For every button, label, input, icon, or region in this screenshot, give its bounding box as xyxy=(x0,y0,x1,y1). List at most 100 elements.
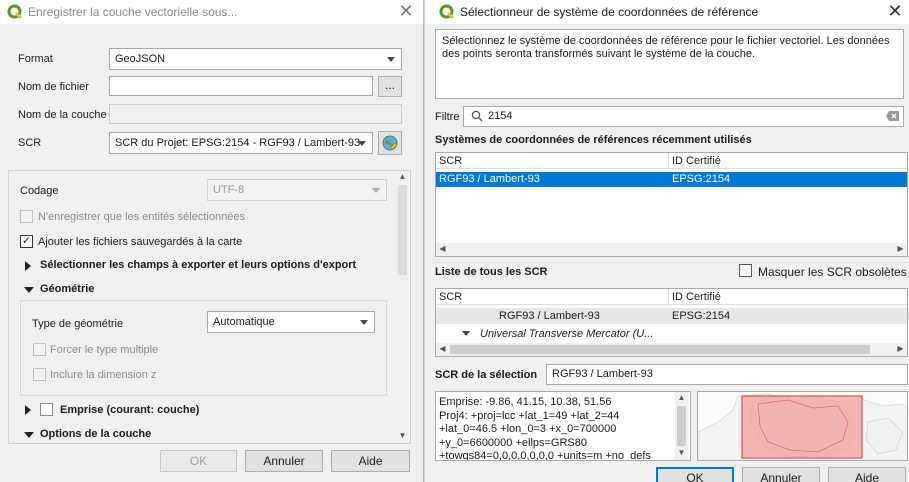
crs-selector-dialog: Sélectionneur de système de coordonnées … xyxy=(424,0,909,482)
column-header-scr[interactable]: SCR xyxy=(439,155,462,167)
close-icon[interactable]: ✕ xyxy=(396,2,416,22)
details-line: Proj4: +proj=lcc +lat_1=49 +lat_2=44 xyxy=(439,409,620,422)
crs-value: SCR du Projet: EPSG:2154 - RGF93 / Lambe… xyxy=(115,137,361,149)
table-header: SCR ID Certifié xyxy=(436,153,907,169)
add-to-map-label: Ajouter les fichiers sauvegardés à la ca… xyxy=(38,236,243,248)
force-multi-checkbox[interactable] xyxy=(33,343,46,356)
scrollbar-vertical[interactable]: ▲ ▼ xyxy=(675,392,688,460)
splitter[interactable] xyxy=(435,262,908,263)
scroll-left-icon[interactable]: ◀ xyxy=(436,243,449,256)
extent-header[interactable]: Emprise (courant: couche) xyxy=(60,404,199,416)
help-button[interactable]: Aide xyxy=(331,450,410,472)
scroll-thumb[interactable] xyxy=(450,345,870,354)
scroll-right-icon[interactable]: ▶ xyxy=(894,243,907,256)
ok-button[interactable]: OK xyxy=(160,450,237,472)
details-line: Emprise: -9.86, 41.15, 10.38, 51.56 xyxy=(439,396,612,408)
close-icon[interactable]: ✕ xyxy=(885,2,905,22)
format-label: Format xyxy=(18,53,53,65)
details-line: +lat_0=46.5 +lon_0=3 +x_0=700000 xyxy=(439,423,617,435)
filename-label: Nom de fichier xyxy=(18,81,89,93)
hide-obsolete-label: Masquer les SCR obsolètes xyxy=(758,265,907,279)
recent-crs-table: SCR ID Certifié RGF93 / Lambert-93 EPSG:… xyxy=(435,152,908,257)
crs-label: SCR xyxy=(18,137,42,149)
table-row[interactable]: RGF93 / Lambert-93 EPSG:2154 xyxy=(436,172,907,187)
layer-options-header[interactable]: Options de la couche xyxy=(40,428,151,440)
table-row[interactable]: RGF93 / Lambert-93 EPSG:2154 xyxy=(436,308,907,324)
crs-details: Emprise: -9.86, 41.15, 10.38, 51.56 Proj… xyxy=(435,391,691,461)
expand-arrow-icon[interactable] xyxy=(25,261,31,271)
selection-label: SCR de la sélection xyxy=(435,369,538,381)
only-selected-label: N'enregistrer que les entités sélectionn… xyxy=(38,211,245,223)
format-select[interactable]: GeoJSON xyxy=(109,48,402,70)
column-header-id[interactable]: ID Certifié xyxy=(672,291,721,303)
title-bar: Sélectionneur de système de coordonnées … xyxy=(425,0,909,24)
filter-value: 2154 xyxy=(488,110,513,122)
chevron-down-icon xyxy=(372,188,380,193)
column-header-id[interactable]: ID Certifié xyxy=(672,155,721,167)
extent-rectangle xyxy=(741,395,863,459)
row-scr: Universal Transverse Mercator (U... xyxy=(480,328,654,340)
scroll-down-icon[interactable]: ▼ xyxy=(675,447,688,460)
scrollbar-horizontal[interactable]: ◀ ▶ xyxy=(436,243,907,256)
geometry-type-value: Automatique xyxy=(213,316,275,328)
geometry-header[interactable]: Géométrie xyxy=(40,283,94,295)
scroll-right-icon[interactable]: ▶ xyxy=(894,343,907,356)
scrollbar-vertical[interactable]: ▲ ▼ xyxy=(396,171,409,443)
ok-button[interactable]: OK xyxy=(656,467,734,482)
scroll-down-icon[interactable]: ▼ xyxy=(396,430,409,443)
chevron-down-icon xyxy=(360,320,368,325)
map-graphic xyxy=(698,392,907,460)
qgis-logo-icon xyxy=(439,4,455,20)
filter-input[interactable]: 2154 xyxy=(463,106,904,127)
extent-checkbox[interactable] xyxy=(40,403,53,416)
chevron-down-icon xyxy=(387,57,395,62)
expand-arrow-icon[interactable] xyxy=(25,405,31,415)
recent-crs-title: Systèmes de coordonnées de références ré… xyxy=(435,134,752,146)
column-header-scr[interactable]: SCR xyxy=(439,291,462,303)
force-multi-label: Forcer le type multiple xyxy=(50,344,159,356)
dialog-title: Enregistrer la couche vectorielle sous..… xyxy=(28,5,238,19)
scroll-left-icon[interactable]: ◀ xyxy=(436,343,449,356)
layer-name-label: Nom de la couche xyxy=(18,109,107,121)
collapse-arrow-icon[interactable] xyxy=(24,287,34,293)
row-scr: RGF93 / Lambert-93 xyxy=(439,173,540,185)
dialog-title: Sélectionneur de système de coordonnées … xyxy=(460,5,759,19)
description-text: Sélectionnez le système de coordonnées d… xyxy=(442,35,890,60)
details-line: +towgs84=0,0,0,0,0,0,0 +units=m +no_defs xyxy=(439,450,651,461)
row-id: EPSG:2154 xyxy=(672,173,731,185)
cancel-button[interactable]: Annuler xyxy=(245,450,323,472)
scroll-up-icon[interactable]: ▲ xyxy=(396,171,409,184)
include-z-checkbox[interactable] xyxy=(33,368,46,381)
clear-icon[interactable] xyxy=(886,111,899,121)
encoding-select[interactable]: UTF-8 xyxy=(207,179,387,201)
table-header: SCR ID Certifié xyxy=(436,289,907,305)
cancel-button[interactable]: Annuler xyxy=(742,467,820,482)
row-scr: RGF93 / Lambert-93 xyxy=(499,310,600,322)
select-fields-header[interactable]: Sélectionner les champs à exporter et le… xyxy=(40,259,356,271)
geometry-type-label: Type de géométrie xyxy=(32,318,124,330)
help-button[interactable]: Aide xyxy=(828,467,906,482)
browse-button[interactable]: ... xyxy=(378,76,402,97)
collapse-arrow-icon[interactable] xyxy=(462,331,470,336)
only-selected-checkbox[interactable] xyxy=(20,210,33,223)
add-to-map-checkbox[interactable]: ✓ xyxy=(20,235,33,248)
all-crs-table: SCR ID Certifié RGF93 / Lambert-93 EPSG:… xyxy=(435,288,908,357)
collapse-arrow-icon[interactable] xyxy=(24,432,34,438)
scroll-thumb[interactable] xyxy=(677,406,686,446)
table-row[interactable]: Universal Transverse Mercator (U... xyxy=(436,326,907,342)
scroll-up-icon[interactable]: ▲ xyxy=(675,392,688,405)
format-value: GeoJSON xyxy=(115,53,166,65)
crs-select[interactable]: SCR du Projet: EPSG:2154 - RGF93 / Lambe… xyxy=(109,132,373,154)
filename-input[interactable] xyxy=(109,76,373,96)
extent-map-preview xyxy=(697,391,908,461)
crs-selector-button[interactable] xyxy=(378,131,402,155)
title-bar: Enregistrer la couche vectorielle sous..… xyxy=(0,0,423,24)
layer-name-input[interactable] xyxy=(109,104,402,124)
chevron-down-icon xyxy=(358,141,366,146)
scroll-thumb[interactable] xyxy=(398,185,407,275)
include-z-label: Inclure la dimension z xyxy=(50,369,157,381)
globe-icon xyxy=(382,135,398,151)
scrollbar-horizontal[interactable]: ◀ ▶ xyxy=(436,343,907,356)
geometry-type-select[interactable]: Automatique xyxy=(207,311,375,333)
hide-obsolete-checkbox[interactable] xyxy=(739,264,752,277)
